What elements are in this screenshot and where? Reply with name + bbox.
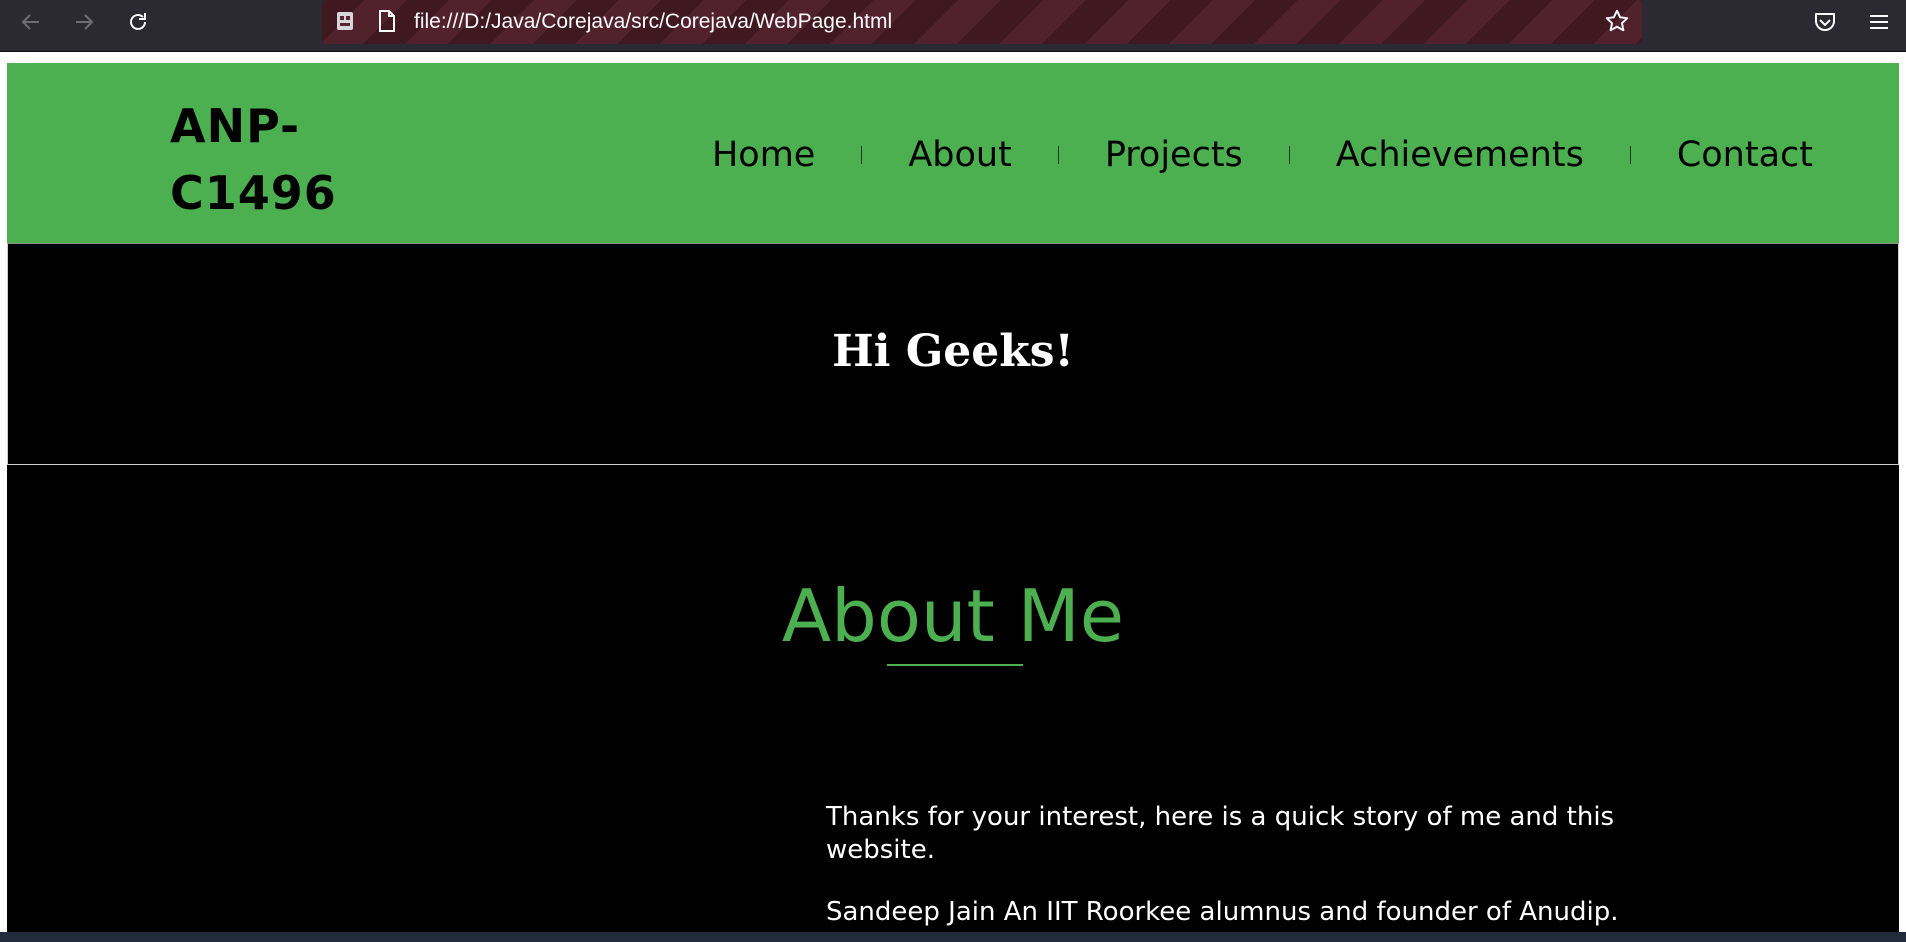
nav-achievements[interactable]: Achievements — [1290, 133, 1630, 177]
about-paragraph: Thanks for your interest, here is a quic… — [826, 802, 1615, 865]
taskbar-strip — [0, 932, 1906, 942]
forward-button[interactable] — [67, 9, 101, 35]
about-title-underline — [887, 664, 1023, 666]
hamburger-icon[interactable] — [1865, 8, 1893, 36]
arrow-right-icon — [76, 14, 94, 30]
nav-about[interactable]: About — [862, 133, 1057, 177]
main-nav: Home About Projects Achievements Contact — [666, 133, 1813, 177]
about-title: About Me — [781, 574, 1125, 658]
page-viewport: ANP- C1496 Home About Projects Achieveme… — [0, 52, 1906, 932]
nav-projects[interactable]: Projects — [1059, 133, 1289, 177]
address-bar[interactable]: file:///D:/Java/Corejava/src/Corejava/We… — [322, 0, 1642, 44]
logo-line-1: ANP- — [170, 99, 301, 153]
nav-contact[interactable]: Contact — [1631, 133, 1813, 177]
logo-line-2: C1496 — [170, 166, 337, 220]
website: ANP- C1496 Home About Projects Achieveme… — [7, 63, 1899, 932]
hero-title: Hi Geeks! — [832, 326, 1074, 377]
site-logo[interactable]: ANP- C1496 — [170, 93, 370, 227]
site-header: ANP- C1496 Home About Projects Achieveme… — [7, 63, 1899, 243]
browser-toolbar: file:///D:/Java/Corejava/src/Corejava/We… — [0, 0, 1906, 52]
hero-banner: Hi Geeks! — [7, 243, 1899, 465]
arrow-left-icon — [21, 14, 39, 30]
url-text[interactable]: file:///D:/Java/Corejava/src/Corejava/We… — [414, 10, 892, 34]
reload-icon — [130, 13, 146, 30]
back-button[interactable] — [14, 9, 48, 35]
star-icon[interactable] — [1604, 8, 1630, 34]
reload-button[interactable] — [121, 9, 155, 35]
pocket-icon[interactable] — [1811, 8, 1839, 36]
robot-icon[interactable] — [334, 9, 356, 33]
page-icon — [379, 10, 395, 32]
about-paragraph: Sandeep Jain An IIT Roorkee alumnus and … — [826, 897, 1619, 927]
about-text: Thanks for your interest, here is a quic… — [826, 801, 1726, 932]
nav-home[interactable]: Home — [666, 133, 861, 177]
